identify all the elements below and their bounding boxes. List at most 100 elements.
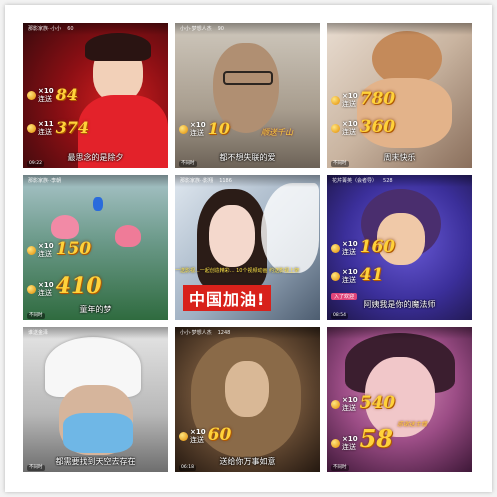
gift-icon [27, 246, 36, 255]
gift-multiplier: ×10 [342, 92, 358, 100]
gift-combo-2: ×11 连送 374 [27, 120, 89, 136]
video-caption: 送给你万事如意 [219, 457, 276, 466]
gift-multiplier: ×10 [342, 240, 358, 248]
gift-icon [179, 125, 188, 134]
streamer-name: 那影家族··影翔 [180, 178, 214, 184]
gift-multiplier: ×10 [342, 120, 358, 128]
tile-header: 那影家族··小小 60 [23, 23, 168, 35]
gift-icon [331, 244, 340, 253]
streamer-name: 小小·梦想人杰 [180, 330, 212, 336]
gift-icon [331, 400, 340, 409]
gift-icon [27, 91, 36, 100]
viewer-count: 1248 [217, 330, 231, 336]
banner-text: 中国加油! [183, 285, 272, 311]
combo-count: 150 [55, 239, 92, 259]
gift-multiplier: ×10 [38, 281, 54, 289]
streamer-name: 谁送金泽 [28, 330, 49, 336]
video-tile-9[interactable]: ×10 连送 540 感谢送主播 ×10 连送 58 不同时 [327, 327, 472, 472]
gift-combo-2: ×10 连送 410 [27, 275, 102, 297]
combo-label: 连送 [38, 289, 52, 297]
combo-label: 连送 [38, 95, 52, 103]
video-tile-3[interactable]: ×10 连送 780 ×10 连送 360 周末快乐 不同时 [327, 23, 472, 168]
video-caption: 阿姨我是你的魔法师 [363, 300, 436, 309]
tile-header [327, 23, 472, 35]
combo-label: 连送 [342, 404, 356, 412]
combo-count: 360 [359, 117, 396, 137]
gift-combo-1: ×10 连送 160 [331, 239, 395, 256]
combo-label: 连送 [342, 276, 356, 284]
combo-label: 连送 [38, 128, 52, 136]
combo-count: 160 [359, 237, 396, 257]
streamer-name: 那影家族··小小 [28, 26, 62, 32]
gift-combo-2: ×10 连送 41 [331, 267, 383, 284]
video-caption: 童年的梦 [79, 305, 112, 314]
video-tile-6[interactable]: 花芹菁英（会者导） 528 ×10 连送 160 ×10 连送 41 入了欢迎 阿姨我… [327, 175, 472, 320]
streamer-name: 那影家族··李朝 [28, 178, 62, 184]
combo-count: 41 [359, 265, 384, 285]
time-badge: 不同时 [27, 465, 45, 471]
gift-multiplier: ×10 [38, 87, 54, 95]
combo-count: 780 [359, 89, 396, 109]
tile-header: 小小·梦想人杰 1248 [175, 327, 320, 339]
gift-combo-1: ×10 连送 780 [331, 91, 395, 108]
time-badge: 06:18 [179, 465, 196, 471]
combo-count: 374 [55, 118, 90, 137]
video-caption: 都需要找到天空去存在 [55, 457, 136, 466]
combo-label: 连送 [342, 100, 356, 108]
gift-icon [27, 124, 36, 133]
gift-multiplier: ×10 [342, 268, 358, 276]
gift-combo-1: ×10 连送 60 [179, 427, 231, 444]
time-badge: 不同时 [331, 161, 349, 167]
viewer-count: 528 [383, 178, 393, 184]
time-badge: 不同时 [331, 465, 349, 471]
tile-header: 那影家族··影翔 1186 [175, 175, 320, 187]
tile-header: 花芹菁英（会者导） 528 [327, 175, 472, 187]
lotus-flower [51, 215, 79, 239]
glasses-shape [223, 71, 273, 85]
gift-multiplier: ×10 [342, 396, 358, 404]
collage-frame: 那影家族··小小 60 ×10 连送 84 ×11 连送 374 最思念的是除夕 09… [5, 5, 492, 492]
video-tile-2[interactable]: 小小·梦想人杰 90 ×10 连送 10 顺送千山 都不想失联的爱 不同时 [175, 23, 320, 168]
gift-icon [179, 432, 188, 441]
face-shape [225, 361, 269, 417]
video-tile-7[interactable]: 谁送金泽 都需要找到天空去存在 不同时 [23, 327, 168, 472]
viewer-count: 90 [217, 26, 224, 32]
gift-combo-1: ×10 连送 10 [179, 121, 230, 137]
time-badge: 不同时 [179, 161, 197, 167]
gift-icon [331, 96, 340, 105]
video-grid: 那影家族··小小 60 ×10 连送 84 ×11 连送 374 最思念的是除夕 09… [23, 23, 484, 484]
tile-header: 那影家族··李朝 [23, 175, 168, 187]
gift-combo-1: ×10 连送 84 [27, 87, 78, 103]
gift-multiplier: ×10 [190, 121, 206, 129]
gift-combo-2: ×10 连送 360 [331, 119, 395, 136]
gift-icon [331, 439, 340, 448]
combo-count: 10 [207, 119, 230, 138]
gift-icon [331, 272, 340, 281]
lotus-flower [115, 225, 141, 247]
gift-combo-2: ×10 连送 58 [331, 427, 393, 451]
combo-count: 540 [359, 393, 396, 413]
scrolling-ticker: 一送影视...一起创造精彩... 10个视频动画 约送影视上架 [175, 268, 300, 274]
tile-header: 谁送金泽 [23, 327, 168, 339]
streamer-name: 小小·梦想人杰 [180, 26, 212, 32]
video-caption: 最思念的是除夕 [67, 153, 124, 162]
gift-icon [27, 285, 36, 294]
combo-label: 连送 [342, 128, 356, 136]
combo-label: 连送 [190, 436, 204, 444]
combo-count: 58 [359, 424, 394, 453]
gift-combo-1: ×10 连送 150 [27, 241, 91, 258]
video-tile-5[interactable]: 那影家族··影翔 1186 一送影视...一起创造精彩... 10个视频动画 约送… [175, 175, 320, 320]
gift-combo-1: ×10 连送 540 [331, 395, 395, 412]
tile-header [327, 327, 472, 339]
face-shape [209, 205, 255, 267]
viewer-count: 60 [67, 26, 74, 32]
gift-multiplier: ×10 [342, 435, 358, 443]
butterfly-icon [93, 197, 103, 211]
video-tile-4[interactable]: 那影家族··李朝 ×10 连送 150 ×10 连送 410 童年的梦 不同时 [23, 175, 168, 320]
face-mask [63, 413, 133, 453]
time-badge: 不同时 [27, 313, 45, 319]
video-tile-8[interactable]: 小小·梦想人杰 1248 ×10 连送 60 送给你万事如意 06:18 [175, 327, 320, 472]
video-tile-1[interactable]: 那影家族··小小 60 ×10 连送 84 ×11 连送 374 最思念的是除夕 09… [23, 23, 168, 168]
gift-multiplier: ×10 [190, 428, 206, 436]
viewer-count: 1186 [219, 178, 232, 184]
